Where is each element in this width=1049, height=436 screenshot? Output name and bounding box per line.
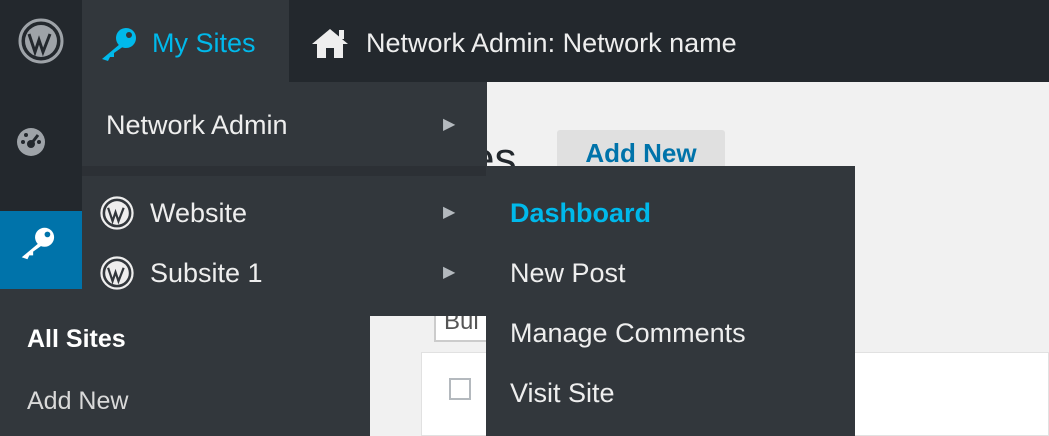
chevron-right-icon: ▶ — [443, 116, 456, 133]
submenu-item-new-post[interactable]: New Post — [510, 256, 626, 290]
submenu-item-visit-site[interactable]: Visit Site — [510, 376, 615, 410]
my-sites-label[interactable]: My Sites — [152, 26, 256, 60]
wordpress-logo-icon — [100, 196, 134, 235]
menu-item-network-admin[interactable]: Network Admin — [106, 108, 288, 142]
key-icon — [16, 225, 56, 266]
chevron-right-icon: ▶ — [443, 204, 456, 221]
wordpress-logo-icon — [100, 256, 134, 295]
submenu-item-manage-comments[interactable]: Manage Comments — [510, 316, 746, 350]
network-admin-link[interactable]: Network Admin: Network name — [366, 26, 737, 60]
wordpress-logo-icon[interactable] — [0, 0, 82, 82]
key-icon — [96, 26, 138, 67]
submenu-item-dashboard[interactable]: Dashboard — [510, 196, 651, 230]
dashboard-icon[interactable] — [14, 125, 48, 164]
row-checkbox[interactable] — [449, 378, 471, 400]
menu-item-site-website[interactable]: Website — [150, 196, 247, 230]
sidebar-submenu-add-new[interactable]: Add New — [27, 384, 128, 418]
menu-item-site-subsite-1[interactable]: Subsite 1 — [150, 256, 263, 290]
sidebar-submenu-all-sites[interactable]: All Sites — [27, 322, 126, 356]
chevron-right-icon: ▶ — [443, 264, 456, 281]
home-icon[interactable] — [310, 26, 350, 65]
menu-divider — [82, 166, 487, 176]
